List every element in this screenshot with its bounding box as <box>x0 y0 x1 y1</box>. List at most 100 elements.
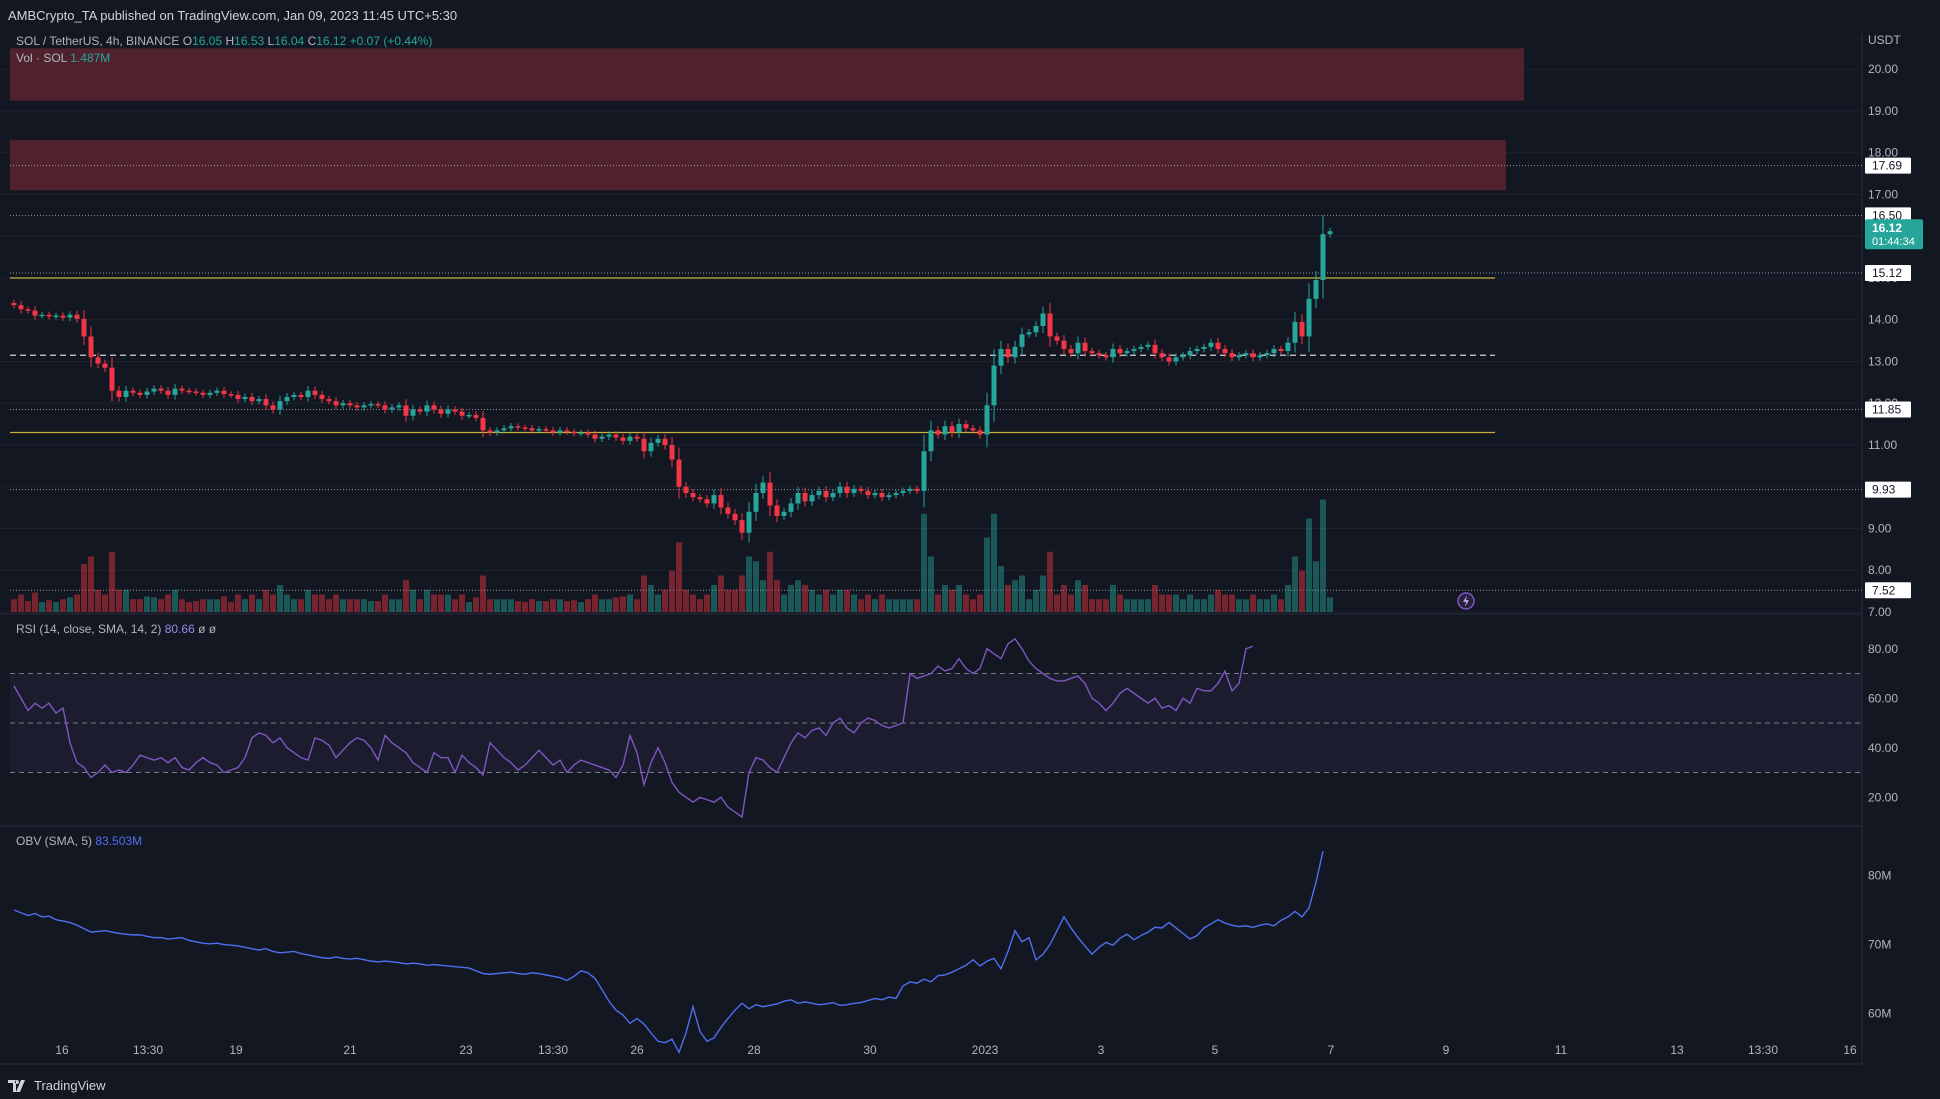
volume-bar <box>837 589 843 612</box>
trading-chart[interactable]: 20.0019.0018.0017.0016.0015.0014.0013.00… <box>0 0 1940 1099</box>
volume-bar <box>669 570 675 612</box>
candle-body <box>25 309 31 311</box>
volume-bar <box>32 592 38 612</box>
volume-bar <box>130 599 136 612</box>
volume-bar <box>487 599 493 612</box>
rsi-extra: ø ø <box>198 622 217 636</box>
candle-body <box>1299 321 1305 337</box>
rsi-tick-label: 60.00 <box>1868 691 1898 705</box>
candle-body <box>949 426 955 433</box>
volume-bar <box>1117 594 1123 612</box>
candle-body <box>487 430 493 433</box>
candle-body <box>508 426 514 429</box>
candle-body <box>683 486 689 494</box>
volume-bar <box>361 599 367 612</box>
volume-bar <box>732 589 738 612</box>
volume-bar <box>1229 594 1235 612</box>
candle-body <box>396 405 402 408</box>
symbol-label: SOL / TetherUS, 4h, BINANCE <box>16 34 180 48</box>
volume-bar <box>802 585 808 612</box>
volume-bar <box>648 585 654 612</box>
time-tick-label: 19 <box>229 1043 243 1057</box>
volume-bar <box>844 589 850 612</box>
volume-bar <box>1215 589 1221 612</box>
volume-bar <box>942 585 948 612</box>
candle-body <box>445 409 451 414</box>
candle-body <box>452 409 458 412</box>
volume-bar <box>221 596 227 612</box>
volume-bar <box>1012 580 1018 612</box>
candle-body <box>340 403 346 406</box>
candle-body <box>501 428 507 431</box>
candle-body <box>368 404 374 406</box>
candle-body <box>32 310 38 316</box>
candle-body <box>858 488 864 491</box>
volume-bar <box>445 594 451 612</box>
candle-body <box>95 357 101 364</box>
volume-bar <box>1257 599 1263 612</box>
volume-bar <box>228 602 234 612</box>
price-level-text: 7.52 <box>1872 583 1896 597</box>
volume-bar <box>865 594 871 612</box>
candle-body <box>333 401 339 406</box>
candle-body <box>165 390 171 395</box>
volume-bar <box>753 561 759 612</box>
volume-bar <box>760 580 766 612</box>
volume-bar <box>501 599 507 612</box>
volume-bar <box>410 589 416 612</box>
candle-body <box>214 390 220 393</box>
volume-bar <box>319 594 325 612</box>
volume-bar <box>123 589 129 612</box>
volume-bar <box>39 602 45 612</box>
candle-body <box>389 407 395 410</box>
price-level-text: 11.85 <box>1872 403 1901 417</box>
volume-bar <box>1089 599 1095 612</box>
candle-body <box>613 434 619 438</box>
candle-body <box>781 511 787 516</box>
volume-bar <box>963 594 969 612</box>
candle-body <box>984 405 990 435</box>
time-tick-label: 13 <box>1670 1043 1684 1057</box>
candle-body <box>746 511 752 533</box>
candle-body <box>1131 348 1137 352</box>
candle-body <box>704 499 710 504</box>
volume-bar <box>1026 599 1032 612</box>
candle-body <box>417 409 423 412</box>
volume-bar <box>830 594 836 612</box>
volume-bar <box>697 599 703 612</box>
volume-bar <box>970 599 976 612</box>
volume-bar <box>452 599 458 612</box>
volume-bar <box>1250 594 1256 612</box>
volume-bar <box>1068 594 1074 612</box>
candle-body <box>907 488 913 491</box>
candle-body <box>564 430 570 432</box>
candle-body <box>900 490 906 494</box>
volume-bar <box>1264 599 1270 612</box>
volume-bar <box>494 599 500 612</box>
candle-body <box>620 437 626 441</box>
candle-body <box>1152 344 1158 354</box>
volume-bar <box>1145 599 1151 612</box>
volume-bar <box>585 599 591 612</box>
candle-body <box>18 305 24 310</box>
volume-bar <box>1082 585 1088 612</box>
candle-body <box>795 493 801 504</box>
candle-body <box>893 493 899 496</box>
candle-body <box>361 405 367 408</box>
footer-brand: TradingView <box>8 1078 106 1093</box>
candle-body <box>956 424 962 433</box>
candle-body <box>1194 348 1200 352</box>
candle-body <box>872 493 878 496</box>
volume-bar <box>1173 594 1179 612</box>
candle-body <box>235 394 241 400</box>
volume-bar <box>1019 575 1025 612</box>
candle-body <box>221 390 227 395</box>
candle-body <box>935 430 941 435</box>
volume-bar <box>634 599 640 612</box>
brand-text: TradingView <box>34 1078 106 1093</box>
candle-body <box>88 336 94 358</box>
volume-bar <box>207 599 213 612</box>
rsi-label: RSI (14, close, SMA, 14, 2) <box>16 622 162 636</box>
volume-bar <box>144 596 150 612</box>
volume-bar <box>165 594 171 612</box>
